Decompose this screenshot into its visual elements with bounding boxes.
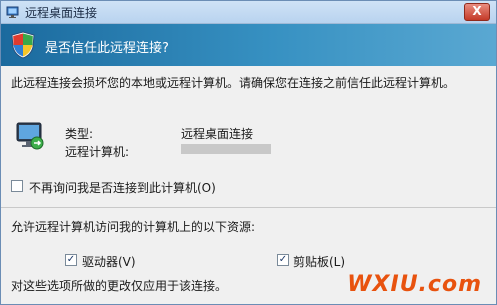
title-bar[interactable]: 远程桌面连接 X xyxy=(1,1,496,24)
remote-desktop-app-icon xyxy=(6,6,19,18)
clipboard-checkbox[interactable]: ✓ xyxy=(277,254,289,266)
type-value: 远程桌面连接 xyxy=(181,127,254,141)
trust-question: 是否信任此远程连接? xyxy=(45,41,169,56)
remote-computer-icon xyxy=(16,122,44,150)
rdp-trust-dialog: 远程桌面连接 X 是否信任此远程连接? 此远程连接会损坏您的本地或远程计算机。请… xyxy=(0,0,497,305)
clipboard-label[interactable]: 剪贴板(L) xyxy=(293,253,345,270)
drives-checkbox[interactable]: ✓ xyxy=(65,254,77,266)
drives-label[interactable]: 驱动器(V) xyxy=(82,253,136,270)
close-button[interactable]: X xyxy=(464,3,490,21)
type-label: 类型: xyxy=(65,127,94,141)
window-title: 远程桌面连接 xyxy=(25,6,98,20)
resources-footer: 对这些选项所做的更改仅应用于该连接。 xyxy=(11,279,228,293)
security-shield-icon xyxy=(11,31,35,59)
dont-ask-label[interactable]: 不再询问我是否连接到此计算机(O) xyxy=(29,179,216,196)
remote-computer-label: 远程计算机: xyxy=(65,145,130,159)
dont-ask-checkbox[interactable] xyxy=(11,180,23,192)
security-notice: 此远程连接会损坏您的本地或远程计算机。请确保您在连接之前信任此远程计算机。 xyxy=(11,76,456,90)
remote-computer-value-redacted xyxy=(181,144,271,154)
resources-heading: 允许远程计算机访问我的计算机上的以下资源: xyxy=(11,220,256,234)
section-divider xyxy=(1,207,496,208)
warning-banner: 是否信任此远程连接? xyxy=(1,24,496,66)
site-watermark-logo: WXIU.com xyxy=(347,272,482,297)
